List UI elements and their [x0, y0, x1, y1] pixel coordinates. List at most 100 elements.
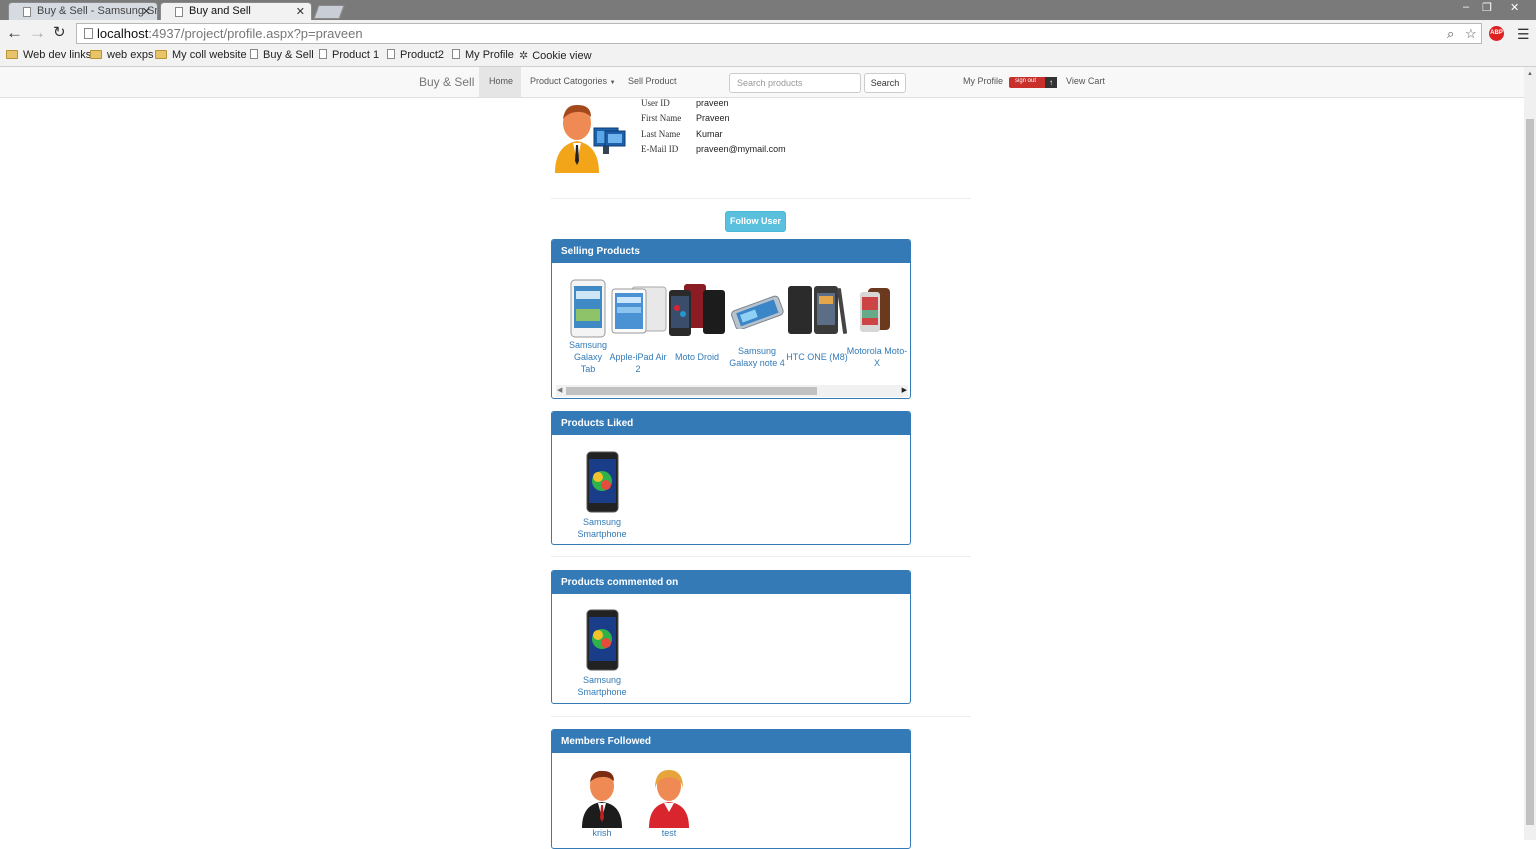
profile-label: User ID: [641, 98, 670, 108]
product-name[interactable]: Motorola Moto- X: [846, 345, 908, 369]
nav-my-profile[interactable]: My Profile: [963, 76, 1003, 86]
product-image: [669, 284, 725, 336]
url-text: localhost:4937/project/profile.aspx?p=pr…: [97, 26, 363, 41]
member-krish[interactable]: krish: [578, 768, 626, 838]
selling-products-panel: Selling Products Samsung Galaxy Tab Appl…: [551, 239, 911, 399]
nav-view-cart[interactable]: View Cart: [1066, 76, 1105, 86]
page-icon: [250, 49, 258, 59]
scroll-left-arrow-icon[interactable]: ◀: [557, 386, 562, 394]
products-liked-panel: Products Liked Samsung Smartphone: [551, 411, 911, 545]
product-image: [570, 279, 606, 338]
bookmark-web-dev-links[interactable]: Web dev links: [6, 49, 91, 61]
product-name[interactable]: Apple-iPad Air 2: [606, 351, 670, 375]
new-tab-button[interactable]: [313, 5, 345, 19]
product-name[interactable]: Moto Droid: [667, 351, 727, 363]
product-samsung-galaxy-note-4[interactable]: Samsung Galaxy note 4: [728, 295, 786, 375]
close-tab-icon[interactable]: ✕: [142, 5, 151, 18]
profile-avatar: [551, 101, 629, 173]
product-image: [731, 295, 784, 329]
bookmark-product2[interactable]: Product2: [387, 49, 444, 61]
sign-out-label: sign out: [1015, 78, 1037, 84]
product-name[interactable]: Samsung Galaxy note 4: [728, 345, 786, 369]
product-apple-ipad-air-2[interactable]: Apple-iPad Air 2: [606, 285, 670, 374]
divider: [551, 556, 971, 557]
product-image: [788, 286, 848, 334]
scroll-right-arrow-icon[interactable]: ▶: [902, 386, 907, 394]
arrow-up-icon: ↑: [1045, 77, 1057, 88]
panel-title: Members Followed: [552, 730, 910, 753]
menu-icon[interactable]: ☰: [1517, 26, 1530, 43]
search-button[interactable]: Search: [864, 73, 906, 93]
browser-tab-title: Buy & Sell - Samsung Sm: [37, 5, 158, 17]
restore-icon[interactable]: ❐: [1482, 1, 1492, 14]
back-arrow-icon[interactable]: ←: [6, 23, 23, 43]
profile-label: First Name: [641, 113, 682, 123]
panel-title: Products Liked: [552, 412, 910, 435]
product-name[interactable]: Samsung Smartphone: [574, 674, 630, 698]
page-icon: [23, 7, 31, 17]
page-icon: [175, 7, 183, 17]
profile-value: praveen@mymail.com: [696, 144, 786, 154]
follow-user-button[interactable]: Follow User: [725, 211, 786, 232]
bookmark-cookie-view[interactable]: ✲ Cookie view: [519, 49, 592, 62]
product-name[interactable]: HTC ONE (M8): [786, 351, 848, 363]
bookmarks-bar: Web dev links web exps My coll website B…: [0, 46, 1536, 67]
product-moto-droid[interactable]: Moto Droid: [667, 284, 727, 364]
browser-tab-buy-and-sell[interactable]: Buy and Sell ✕: [160, 2, 312, 20]
bookmark-star-icon[interactable]: ☆: [1465, 26, 1477, 42]
adblock-extension-icon[interactable]: ABP: [1489, 26, 1504, 41]
bookmark-web-exps[interactable]: web exps: [90, 49, 153, 61]
browser-tab-buy-sell-samsung[interactable]: Buy & Sell - Samsung Sm ✕: [8, 2, 158, 20]
bookmark-my-profile[interactable]: My Profile: [452, 49, 514, 61]
scrollbar-thumb[interactable]: [566, 387, 817, 395]
nav-sell-product[interactable]: Sell Product: [628, 76, 677, 86]
folder-icon: [90, 50, 102, 59]
product-htc-one-m8[interactable]: HTC ONE (M8): [786, 284, 848, 364]
forward-arrow-icon[interactable]: →: [29, 23, 46, 43]
bookmark-buy-sell[interactable]: Buy & Sell: [250, 49, 314, 61]
brand-link[interactable]: Buy & Sell: [419, 75, 474, 89]
product-samsung-smartphone[interactable]: Samsung Smartphone: [574, 609, 630, 699]
folder-icon: [6, 50, 18, 59]
member-avatar: [649, 770, 689, 828]
bookmark-product-1[interactable]: Product 1: [319, 49, 379, 61]
member-avatar: [582, 770, 622, 828]
address-bar[interactable]: localhost:4937/project/profile.aspx?p=pr…: [76, 23, 1482, 44]
folder-icon: [155, 50, 167, 59]
sign-out-button[interactable]: sign out ↑: [1009, 77, 1057, 88]
page-scrollbar[interactable]: ▲: [1524, 67, 1536, 840]
product-image: [586, 609, 619, 671]
panel-title: Products commented on: [552, 571, 910, 594]
profile-value: praveen: [696, 98, 729, 108]
profile-value: Kumar: [696, 129, 723, 139]
bookmark-my-coll-website[interactable]: My coll website: [155, 49, 247, 61]
divider: [551, 198, 971, 199]
browser-tab-title: Buy and Sell: [189, 5, 251, 17]
search-box: [729, 73, 861, 93]
product-samsung-smartphone[interactable]: Samsung Smartphone: [574, 451, 630, 541]
close-window-icon[interactable]: ✕: [1510, 1, 1519, 14]
product-samsung-galaxy-tab[interactable]: Samsung Galaxy Tab: [564, 279, 612, 379]
caret-down-icon: ▼: [609, 80, 616, 86]
gear-icon: ✲: [519, 50, 529, 62]
member-name[interactable]: krish: [578, 827, 626, 839]
panel-title: Selling Products: [552, 240, 910, 263]
scrollbar-thumb[interactable]: [1526, 119, 1534, 825]
nav-product-categories[interactable]: Product Catogories ▼: [530, 76, 616, 86]
profile-label: E-Mail ID: [641, 144, 679, 154]
member-test[interactable]: test: [645, 768, 693, 838]
minimize-icon[interactable]: –: [1463, 1, 1469, 13]
zoom-search-icon[interactable]: ⌕: [1447, 26, 1454, 42]
nav-home[interactable]: Home: [479, 67, 521, 97]
reload-icon[interactable]: ↻: [53, 23, 66, 43]
search-input[interactable]: [737, 75, 857, 91]
product-motorola-moto-x[interactable]: Motorola Moto- X: [846, 284, 908, 374]
close-tab-icon[interactable]: ✕: [296, 5, 305, 18]
page-icon: [452, 49, 460, 59]
horizontal-scrollbar[interactable]: ◀ ▶: [556, 385, 908, 397]
member-name[interactable]: test: [645, 827, 693, 839]
product-image: [586, 451, 619, 513]
product-name[interactable]: Samsung Smartphone: [574, 516, 630, 540]
scroll-up-arrow-icon[interactable]: ▲: [1527, 71, 1533, 77]
product-name[interactable]: Samsung Galaxy Tab: [564, 339, 612, 375]
